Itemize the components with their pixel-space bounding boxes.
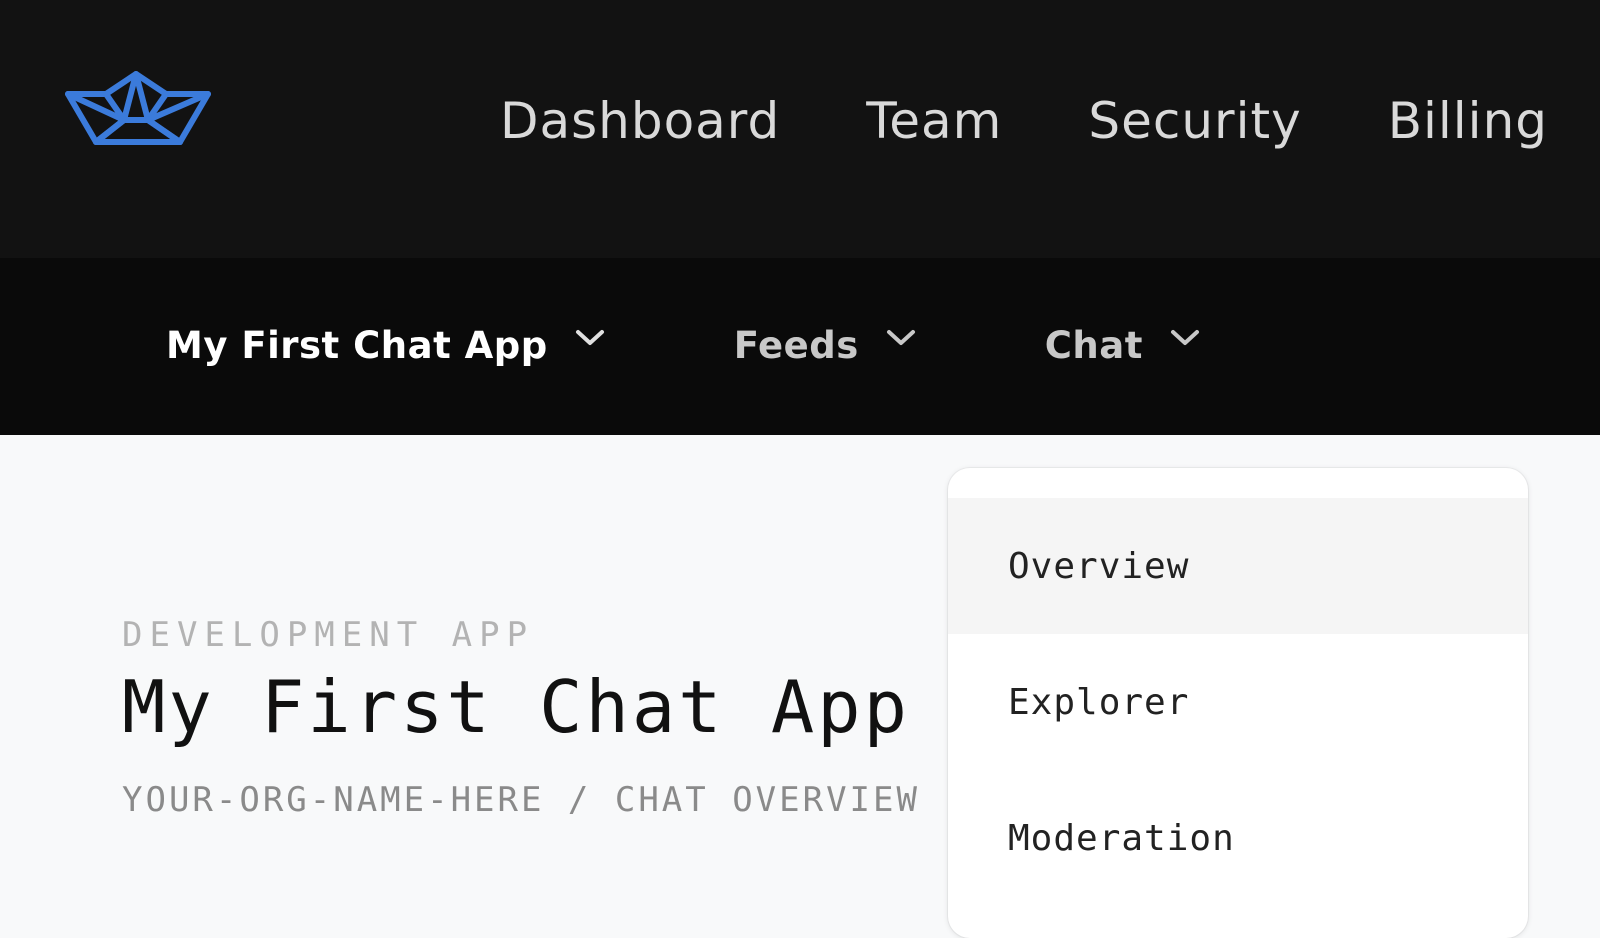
app-subnav: My First Chat App Feeds Chat xyxy=(166,324,1329,367)
subnav-app-label: My First Chat App xyxy=(166,324,548,367)
chevron-down-icon xyxy=(575,329,604,345)
top-navbar: Dashboard Team Security Billing xyxy=(0,0,1600,258)
chat-dropdown-menu: Overview Explorer Moderation xyxy=(948,468,1528,938)
nav-team[interactable]: Team xyxy=(866,88,1002,154)
subnav-app-selector[interactable]: My First Chat App xyxy=(166,324,606,367)
breadcrumb: YOUR-ORG-NAME-HERE / CHAT OVERVIEW xyxy=(122,780,920,820)
nav-dashboard[interactable]: Dashboard xyxy=(500,88,780,154)
app-type-label: DEVELOPMENT APP xyxy=(122,615,535,655)
nav-security[interactable]: Security xyxy=(1088,88,1301,154)
menu-item-overview[interactable]: Overview xyxy=(948,498,1528,634)
chevron-down-icon xyxy=(886,329,915,345)
paper-boat-icon[interactable] xyxy=(62,68,214,150)
menu-item-explorer[interactable]: Explorer xyxy=(948,634,1528,770)
menu-item-moderation[interactable]: Moderation xyxy=(948,770,1528,906)
subnav-chat-label: Chat xyxy=(1044,324,1143,367)
subnav-feeds-label: Feeds xyxy=(733,324,859,367)
page-title: My First Chat App xyxy=(122,665,910,749)
main-nav: Dashboard Team Security Billing xyxy=(414,88,1548,154)
chevron-down-icon xyxy=(1170,329,1199,345)
nav-billing[interactable]: Billing xyxy=(1388,88,1548,154)
subnav-chat[interactable]: Chat xyxy=(1045,324,1201,367)
subnav-feeds[interactable]: Feeds xyxy=(734,324,917,367)
app-subnav-bar: My First Chat App Feeds Chat xyxy=(0,258,1600,435)
